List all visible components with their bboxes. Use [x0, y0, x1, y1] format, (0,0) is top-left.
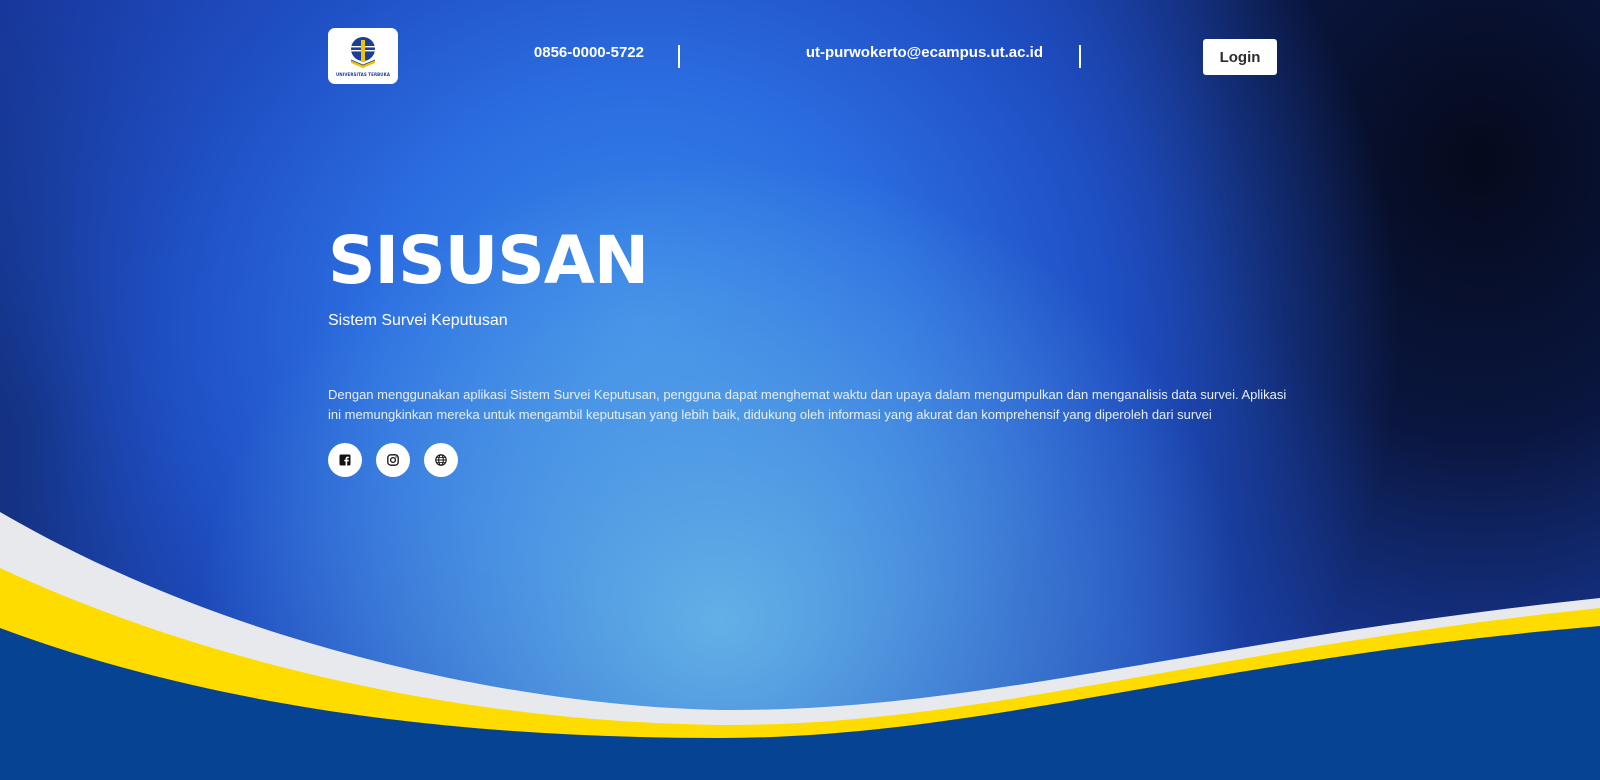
app-title: SISUSAN [328, 222, 649, 299]
globe-icon [435, 454, 447, 466]
login-button[interactable]: Login [1203, 39, 1277, 75]
landing-page: UNIVERSITAS TERBUKA 0856-0000-5722 ut-pu… [0, 0, 1600, 780]
instagram-button[interactable] [376, 443, 410, 477]
facebook-icon [339, 454, 351, 466]
app-subtitle: Sistem Survei Keputusan [328, 312, 508, 329]
top-bar: UNIVERSITAS TERBUKA 0856-0000-5722 ut-pu… [328, 28, 1277, 85]
logo-caption: UNIVERSITAS TERBUKA [335, 71, 391, 77]
social-links [328, 443, 1288, 477]
hero-section: SISUSAN Sistem Survei Keputusan Dengan m… [328, 222, 1288, 477]
phone-number: 0856-0000-5722 [533, 44, 644, 61]
university-emblem-icon [350, 36, 376, 68]
email-address: ut-purwokerto@ecampus.ut.ac.id [805, 44, 1043, 61]
divider [678, 45, 680, 68]
facebook-button[interactable] [328, 443, 362, 477]
app-description: Dengan menggunakan aplikasi Sistem Surve… [328, 387, 1287, 422]
divider [1079, 45, 1081, 68]
instagram-icon [387, 454, 399, 466]
university-logo[interactable]: UNIVERSITAS TERBUKA [328, 28, 398, 84]
website-button[interactable] [424, 443, 458, 477]
